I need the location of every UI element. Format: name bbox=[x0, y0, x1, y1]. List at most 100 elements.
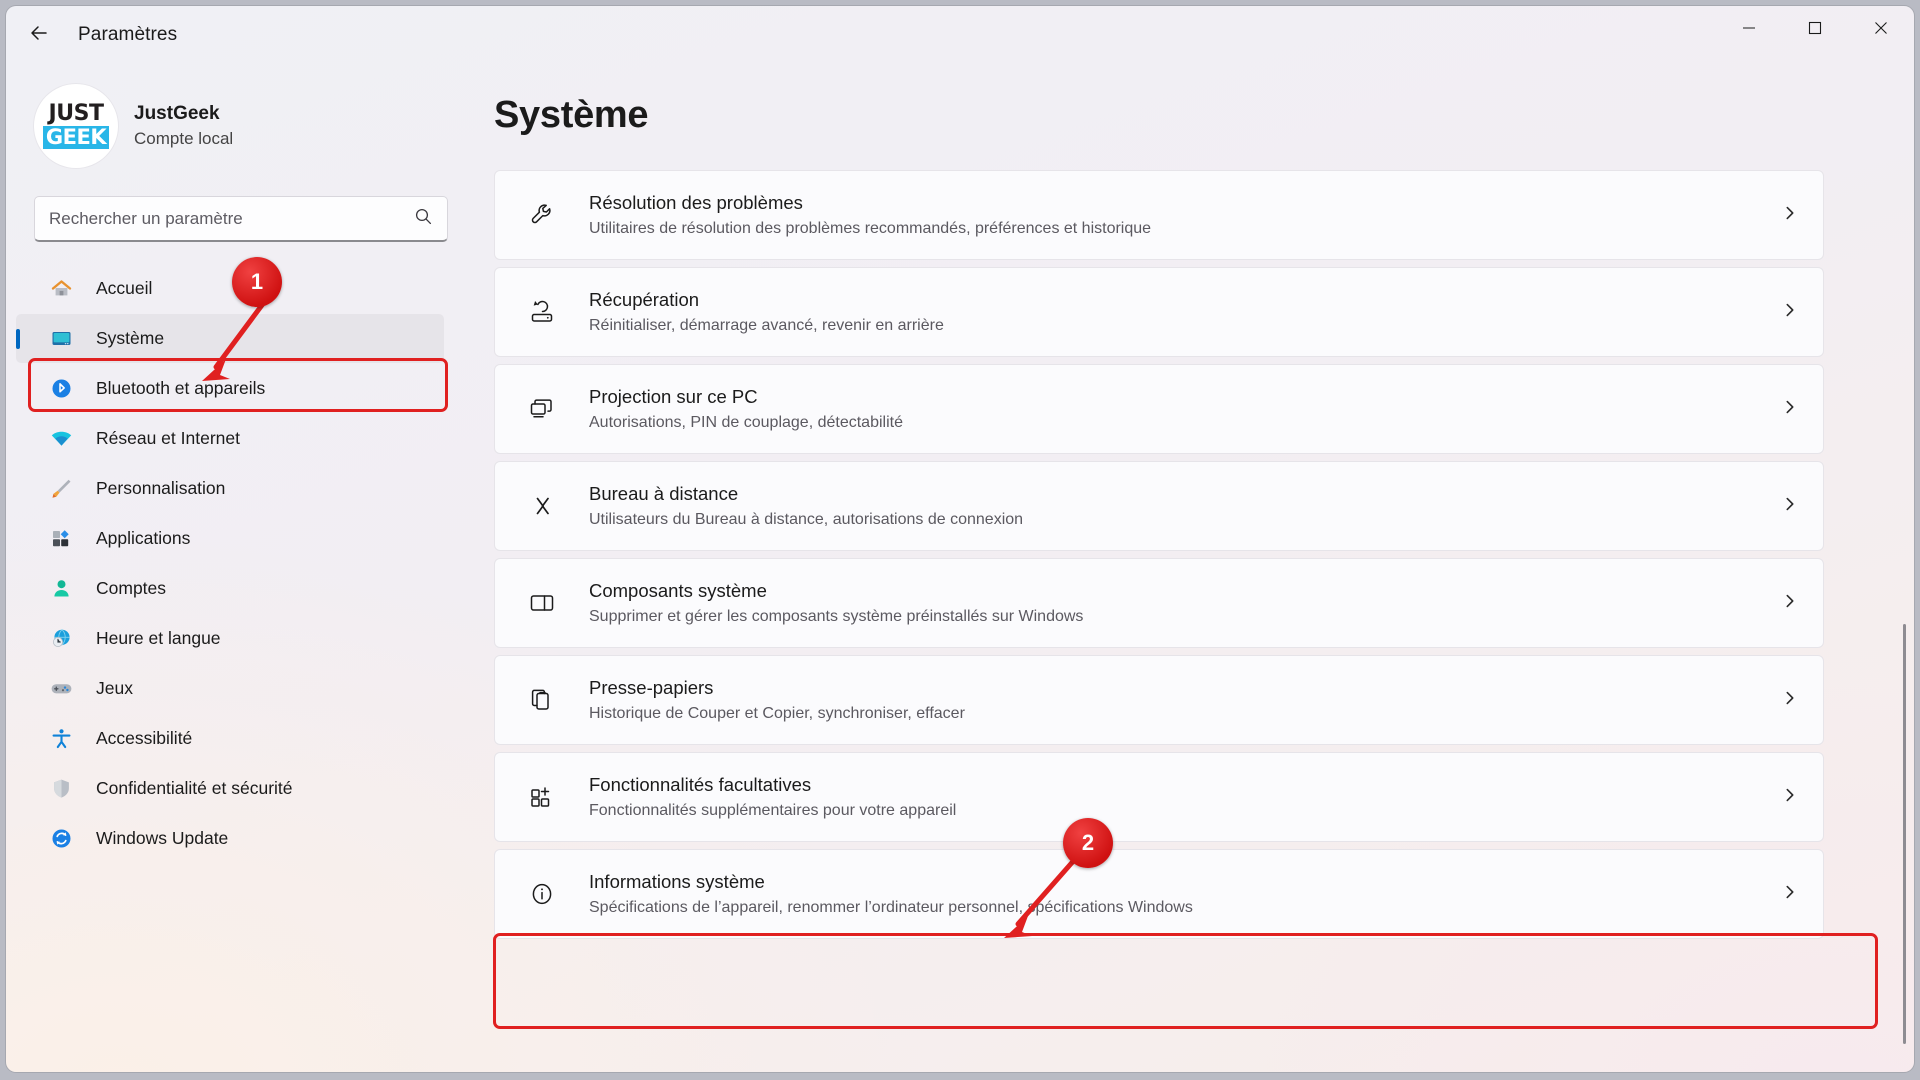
sidebar-item-label: Système bbox=[96, 328, 165, 348]
card-subtitle: Utilisateurs du Bureau à distance, autor… bbox=[589, 510, 1024, 528]
chevron-right-icon[interactable] bbox=[1781, 301, 1799, 324]
optional-features-icon bbox=[525, 780, 559, 814]
card-projection-sur-ce-pc[interactable]: Projection sur ce PC Autorisations, PIN … bbox=[494, 364, 1824, 454]
logo-geek-text: GEEK bbox=[42, 126, 110, 149]
paintbrush-icon bbox=[48, 476, 74, 502]
arrow-left-icon bbox=[28, 22, 50, 49]
settings-window: Paramètres JUST GEEK JustGeek Compte loc… bbox=[6, 6, 1914, 1072]
chevron-right-icon[interactable] bbox=[1781, 689, 1799, 712]
search-box[interactable] bbox=[34, 196, 448, 242]
maximize-button[interactable] bbox=[1782, 6, 1848, 54]
scrollbar-track[interactable] bbox=[1898, 134, 1910, 1064]
back-button[interactable] bbox=[18, 14, 60, 56]
shield-icon bbox=[48, 776, 74, 802]
close-button[interactable] bbox=[1848, 6, 1914, 54]
account-header[interactable]: JUST GEEK JustGeek Compte local bbox=[34, 84, 466, 168]
sidebar-item-accueil[interactable]: Accueil bbox=[16, 264, 444, 313]
card-subtitle: Supprimer et gérer les composants systèm… bbox=[589, 607, 1084, 625]
monitor-icon bbox=[48, 326, 74, 352]
gamepad-icon bbox=[48, 676, 74, 702]
recovery-icon bbox=[525, 295, 559, 329]
card-bureau-a-distance[interactable]: Bureau à distance Utilisateurs du Bureau… bbox=[494, 461, 1824, 551]
sidebar-item-comptes[interactable]: Comptes bbox=[16, 564, 444, 613]
window-title: Paramètres bbox=[78, 24, 178, 45]
sidebar-item-applications[interactable]: Applications bbox=[16, 514, 444, 563]
maximize-icon bbox=[1808, 21, 1822, 40]
account-type: Compte local bbox=[134, 129, 234, 148]
card-text: Bureau à distance Utilisateurs du Bureau… bbox=[589, 481, 1781, 532]
card-composants-systeme[interactable]: Composants système Supprimer et gérer le… bbox=[494, 558, 1824, 648]
card-text: Projection sur ce PC Autorisations, PIN … bbox=[589, 384, 1781, 435]
refresh-icon bbox=[48, 826, 74, 852]
sidebar-item-label: Accueil bbox=[96, 278, 153, 298]
card-presse-papiers[interactable]: Presse-papiers Historique de Couper et C… bbox=[494, 655, 1824, 745]
wrench-icon bbox=[525, 198, 559, 232]
card-subtitle: Spécifications de l’appareil, renommer l… bbox=[589, 898, 1193, 916]
card-title: Projection sur ce PC bbox=[589, 385, 758, 407]
accessibility-icon bbox=[48, 726, 74, 752]
sidebar-item-label: Réseau et Internet bbox=[96, 428, 240, 448]
page-title: Système bbox=[494, 94, 649, 136]
search-icon bbox=[414, 207, 433, 231]
settings-card-list: Résolution des problèmes Utilitaires de … bbox=[494, 170, 1824, 939]
card-recuperation[interactable]: Récupération Réinitialiser, démarrage av… bbox=[494, 267, 1824, 357]
logo-just-text: JUST bbox=[48, 101, 104, 126]
sidebar-item-label: Accessibilité bbox=[96, 728, 193, 748]
chevron-right-icon[interactable] bbox=[1781, 495, 1799, 518]
sidebar-item-reseau[interactable]: Réseau et Internet bbox=[16, 414, 444, 463]
sidebar-item-label: Bluetooth et appareils bbox=[96, 378, 266, 398]
chevron-right-icon[interactable] bbox=[1781, 883, 1799, 906]
card-title: Composants système bbox=[589, 579, 767, 601]
sidebar-item-jeux[interactable]: Jeux bbox=[16, 664, 444, 713]
card-resolution-des-problemes[interactable]: Résolution des problèmes Utilitaires de … bbox=[494, 170, 1824, 260]
sidebar-item-label: Comptes bbox=[96, 578, 167, 598]
card-title: Résolution des problèmes bbox=[589, 191, 803, 213]
bluetooth-icon bbox=[48, 376, 74, 402]
chevron-right-icon[interactable] bbox=[1781, 204, 1799, 227]
card-subtitle: Réinitialiser, démarrage avancé, revenir… bbox=[589, 316, 944, 334]
apps-icon bbox=[48, 526, 74, 552]
wifi-icon bbox=[48, 426, 74, 452]
sidebar-item-accessibilite[interactable]: Accessibilité bbox=[16, 714, 444, 763]
sidebar-item-systeme[interactable]: Système bbox=[16, 314, 444, 363]
card-fonctionnalites-facultatives[interactable]: Fonctionnalités facultatives Fonctionnal… bbox=[494, 752, 1824, 842]
card-title: Récupération bbox=[589, 288, 700, 310]
card-informations-systeme[interactable]: Informations système Spécifications de l… bbox=[494, 849, 1824, 939]
card-title: Bureau à distance bbox=[589, 482, 739, 504]
globe-clock-icon bbox=[48, 626, 74, 652]
chevron-right-icon[interactable] bbox=[1781, 592, 1799, 615]
sidebar-item-personnalisation[interactable]: Personnalisation bbox=[16, 464, 444, 513]
card-subtitle: Fonctionnalités supplémentaires pour vot… bbox=[589, 801, 957, 819]
home-icon bbox=[48, 276, 74, 302]
project-screen-icon bbox=[525, 392, 559, 426]
sidebar-nav: Accueil Système Bluetooth et appareils R… bbox=[6, 264, 466, 863]
chevron-right-icon[interactable] bbox=[1781, 398, 1799, 421]
sidebar-item-confidentialite[interactable]: Confidentialité et sécurité bbox=[16, 764, 444, 813]
sidebar-item-heure-langue[interactable]: Heure et langue bbox=[16, 614, 444, 663]
chevron-right-icon[interactable] bbox=[1781, 786, 1799, 809]
sidebar-item-label: Applications bbox=[96, 528, 191, 548]
search-input[interactable] bbox=[49, 208, 406, 229]
clipboard-icon bbox=[525, 683, 559, 717]
sidebar-item-windows-update[interactable]: Windows Update bbox=[16, 814, 444, 863]
annotation-badge-1: 1 bbox=[232, 257, 282, 307]
system-components-icon bbox=[525, 586, 559, 620]
search-container bbox=[34, 196, 448, 242]
card-title: Fonctionnalités facultatives bbox=[589, 773, 812, 795]
account-name: JustGeek bbox=[134, 103, 220, 124]
scrollbar-thumb[interactable] bbox=[1903, 624, 1906, 1044]
card-title: Presse-papiers bbox=[589, 676, 714, 698]
info-icon bbox=[525, 877, 559, 911]
minimize-icon bbox=[1742, 21, 1756, 40]
sidebar-item-label: Jeux bbox=[96, 678, 133, 698]
card-text: Récupération Réinitialiser, démarrage av… bbox=[589, 287, 1781, 338]
sidebar-item-bluetooth[interactable]: Bluetooth et appareils bbox=[16, 364, 444, 413]
person-icon bbox=[48, 576, 74, 602]
sidebar-item-label: Windows Update bbox=[96, 828, 229, 848]
card-text: Presse-papiers Historique de Couper et C… bbox=[589, 675, 1781, 726]
card-title: Informations système bbox=[589, 870, 765, 892]
minimize-button[interactable] bbox=[1716, 6, 1782, 54]
card-text: Composants système Supprimer et gérer le… bbox=[589, 578, 1781, 629]
card-text: Informations système Spécifications de l… bbox=[589, 869, 1781, 920]
sidebar-item-label: Confidentialité et sécurité bbox=[96, 778, 293, 798]
